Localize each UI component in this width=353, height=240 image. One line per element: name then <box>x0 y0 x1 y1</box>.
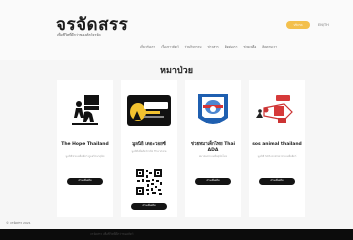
nav-item[interactable]: ร่วมกิจกรรม <box>185 45 202 50</box>
org-card: The Hope Thailand มูลนิธิช่วยเหลือสัตว์ … <box>57 80 113 217</box>
site-footer: จรจัดสรร เพื่อชีวิตที่ดีกว่าของสัตว์ <box>0 229 353 240</box>
sos-animal-logo <box>256 95 293 123</box>
nav-item[interactable]: เกี่ยวกับเรา <box>140 45 155 50</box>
nav-item[interactable]: ช่วยเหลือ <box>243 45 256 50</box>
org-card: sos animal thailand มูลนิธิ SOS Animal ช… <box>249 80 305 217</box>
page: จรจัดสรร เพื่อชีวิตที่ดีกว่าของสัตว์จรจั… <box>0 0 353 240</box>
copyright-text: © จรจัดสรร 2021 <box>6 221 31 225</box>
org-description: สมาคมช่วยเหลือสุนัขไทย <box>198 155 228 158</box>
the-voice-logo <box>127 95 171 126</box>
site-header: จรจัดสรร เพื่อชีวิตที่ดีกว่าของสัตว์จรจั… <box>0 0 353 60</box>
the-hope-logo <box>70 93 100 126</box>
donate-button[interactable]: บริจาค <box>286 21 310 29</box>
read-more-button[interactable]: อ่านเพิ่มเติม <box>67 178 103 185</box>
org-card: มูลนิธิ เดอะวอยซ์ มูลนิธิเพื่อสัตว์จรจัด… <box>121 80 177 217</box>
org-name: The Hope Thailand <box>61 142 109 147</box>
org-card: ช่วยหมาเด็กไทย Thai ADA สมาคมช่วยเหลือสุ… <box>185 80 241 217</box>
footer-text: จรจัดสรร เพื่อชีวิตที่ดีกว่าของสัตว์ <box>90 232 134 236</box>
thai-ada-logo <box>198 94 228 124</box>
read-more-button[interactable]: อ่านเพิ่มเติม <box>259 178 295 185</box>
language-switch[interactable]: EN/TH <box>318 21 329 29</box>
org-description: มูลนิธิเพื่อสัตว์จรจัด The Voice <box>131 150 167 153</box>
nav-item[interactable]: เรื่องราวสัตว์ <box>161 45 178 50</box>
nav-item[interactable]: ติดต่อเรา <box>225 45 238 50</box>
org-description: มูลนิธิช่วยเหลือสัตว์ ดูแลรักษาสุนัข <box>65 155 105 158</box>
read-more-button[interactable]: อ่านเพิ่มเติม <box>195 178 231 185</box>
organization-cards: The Hope Thailand มูลนิธิช่วยเหลือสัตว์ … <box>57 80 305 220</box>
org-name: มูลนิธิ เดอะวอยซ์ <box>132 142 166 147</box>
main-nav: เกี่ยวกับเรา เรื่องราวสัตว์ ร่วมกิจกรรม … <box>140 45 277 50</box>
org-name: sos animal thailand <box>252 142 302 147</box>
org-description: มูลนิธิ SOS Animal ช่วยเหลือสัตว์ <box>257 155 297 158</box>
section-title: หมาป่วย <box>160 66 193 76</box>
org-name: ช่วยหมาเด็กไทย Thai ADA <box>190 142 236 153</box>
read-more-button[interactable]: อ่านเพิ่มเติม <box>131 203 167 210</box>
qr-code <box>135 168 163 196</box>
nav-item[interactable]: ข่าวสาร <box>207 45 218 50</box>
nav-item[interactable]: ติดตามเรา <box>262 45 277 50</box>
site-subtitle: เพื่อชีวิตที่ดีกว่าของสัตว์จรจัด <box>57 33 101 37</box>
